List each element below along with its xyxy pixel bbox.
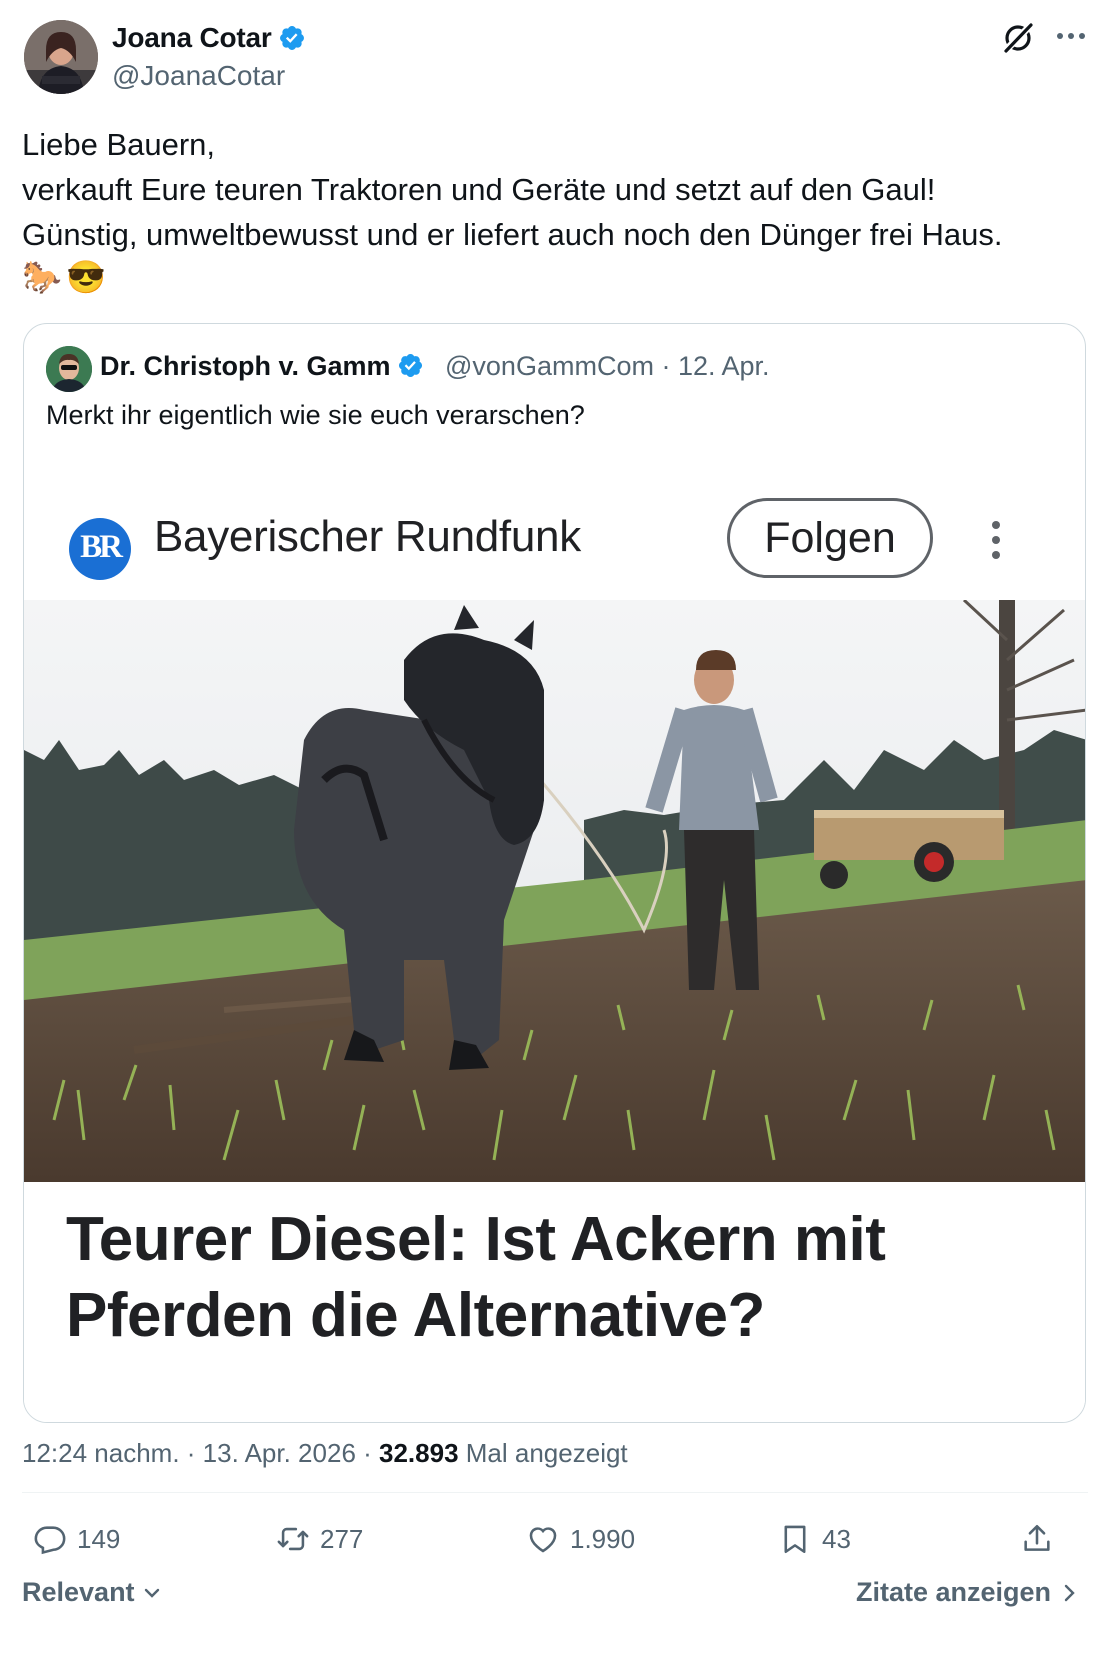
retweet-icon <box>277 1527 309 1551</box>
tweet-line: Günstig, umweltbewusst und er liefert au… <box>22 217 1003 252</box>
tweet-emojis: 🐎 😎 <box>22 258 106 298</box>
tweet-line: Liebe Bauern, <box>22 127 216 162</box>
author-handle[interactable]: @JoanaCotar <box>112 60 285 92</box>
grok-icon[interactable] <box>998 18 1038 58</box>
timestamp[interactable]: 12:24 nachm. · 13. Apr. 2026 · <box>22 1438 379 1468</box>
tweet-text: Liebe Bauern, verkauft Eure teuren Trakt… <box>22 122 1092 257</box>
sunglasses-emoji: 😎 <box>66 259 107 295</box>
verified-badge-icon <box>279 26 304 50</box>
divider <box>22 1492 1088 1493</box>
quoted-author-name-text[interactable]: Dr. Christoph v. Gamm <box>100 351 391 381</box>
quoted-author-handle-date[interactable]: @vonGammCom · 12. Apr. <box>445 351 770 382</box>
reply-icon <box>34 1526 66 1555</box>
author-name-text[interactable]: Joana Cotar <box>112 22 272 53</box>
chevron-down-icon <box>144 1588 160 1598</box>
verified-badge-icon <box>398 353 422 378</box>
view-count: 32.893 <box>379 1438 459 1468</box>
article-headline: Teurer Diesel: Ist Ackern mit Pferden di… <box>66 1202 886 1354</box>
sort-label[interactable]: Relevant <box>22 1577 135 1607</box>
publisher-name: Bayerischer Rundfunk <box>154 512 581 561</box>
quoted-author-avatar[interactable] <box>46 346 92 392</box>
retweet-count: 277 <box>320 1523 364 1554</box>
reply-count: 149 <box>77 1523 121 1554</box>
follow-button: Folgen <box>727 498 933 578</box>
tweet-meta: 12:24 nachm. · 13. Apr. 2026 · 32.893 Ma… <box>22 1438 628 1469</box>
view-quotes-link[interactable]: Zitate anzeigen <box>856 1577 1079 1608</box>
headline-line: Teurer Diesel: Ist Ackern mit <box>66 1205 886 1274</box>
horse-plowing-photo <box>24 600 1085 1182</box>
bookmark-icon <box>784 1525 806 1554</box>
share-button[interactable] <box>1020 1519 1064 1559</box>
quoted-author-name[interactable]: Dr. Christoph v. Gamm <box>100 351 424 382</box>
views-label: Mal angezeigt <box>458 1438 628 1468</box>
quoted-tweet-text: Merkt ihr eigentlich wie sie euch verars… <box>46 400 585 430</box>
view-quotes-label[interactable]: Zitate anzeigen <box>856 1577 1051 1607</box>
author-name[interactable]: Joana Cotar <box>112 22 306 54</box>
tweet-line: verkauft Eure teuren Traktoren und Gerät… <box>22 172 936 207</box>
horse-emoji: 🐎 <box>22 259 62 295</box>
bookmark-count: 43 <box>822 1523 851 1554</box>
quoted-tweet-card[interactable]: Dr. Christoph v. Gamm @vonGammCom · 12. … <box>23 323 1086 1423</box>
br-logo: BR <box>69 518 131 580</box>
br-logo-text: BR <box>80 529 123 565</box>
like-button[interactable]: 1.990 <box>526 1519 635 1559</box>
quoted-media[interactable]: BR Bayerischer Rundfunk Folgen Teurer Di… <box>24 462 1085 1422</box>
heart-icon <box>529 1527 557 1553</box>
like-count: 1.990 <box>570 1523 636 1554</box>
chevron-right-icon <box>1064 1584 1075 1602</box>
author-avatar[interactable] <box>24 20 98 94</box>
reply-button[interactable]: 149 <box>33 1519 120 1559</box>
headline-line: Pferden die Alternative? <box>66 1281 765 1350</box>
more-options-icon[interactable] <box>1054 26 1088 46</box>
bookmark-button[interactable]: 43 <box>778 1519 851 1559</box>
kebab-menu-icon <box>992 521 1000 559</box>
sort-dropdown[interactable]: Relevant <box>22 1577 162 1608</box>
retweet-button[interactable]: 277 <box>276 1519 363 1559</box>
share-icon <box>1024 1524 1050 1551</box>
